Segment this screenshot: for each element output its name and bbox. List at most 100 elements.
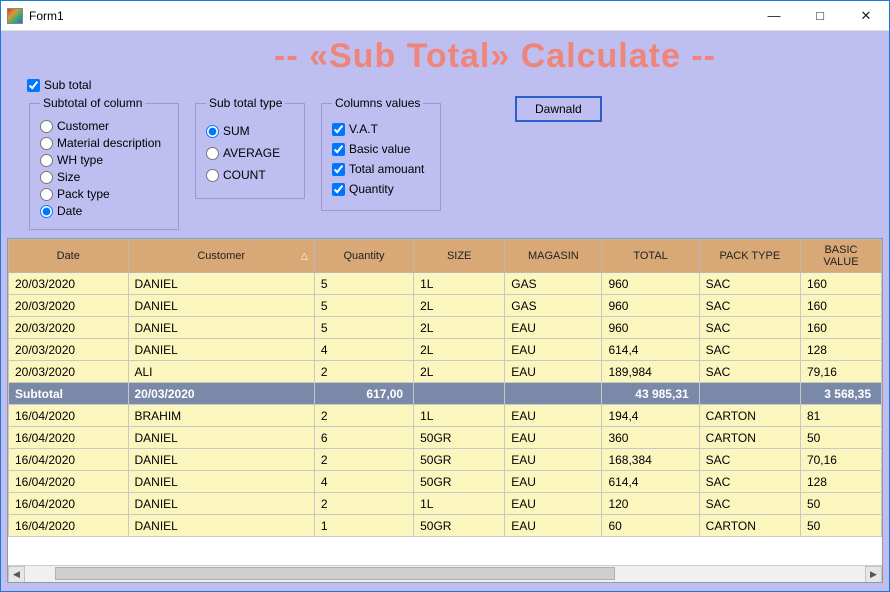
cell[interactable]: 168,384 — [602, 449, 699, 471]
cell[interactable]: 6 — [314, 427, 413, 449]
cell[interactable]: 79,16 — [800, 361, 881, 383]
column-option-5[interactable]: Date — [40, 204, 168, 218]
cell[interactable]: SAC — [699, 295, 800, 317]
cell[interactable]: SAC — [699, 361, 800, 383]
subtotal-row[interactable]: Subtotal20/03/2020617,0043 985,313 568,3… — [9, 383, 882, 405]
table-row[interactable]: 16/04/2020DANIEL150GREAU60CARTON50 — [9, 515, 882, 537]
table-row[interactable]: 16/04/2020BRAHIM21LEAU194,4CARTON81 — [9, 405, 882, 427]
table-row[interactable]: 20/03/2020DANIEL42LEAU614,4SAC128 — [9, 339, 882, 361]
column-option-radio-0[interactable] — [40, 120, 53, 133]
cell[interactable]: 128 — [800, 339, 881, 361]
cell[interactable]: 20/03/2020 — [9, 273, 129, 295]
cell[interactable]: DANIEL — [128, 493, 314, 515]
cell[interactable] — [505, 383, 602, 405]
cell[interactable]: 70,16 — [800, 449, 881, 471]
cell[interactable]: 614,4 — [602, 339, 699, 361]
type-option-2[interactable]: COUNT — [206, 168, 294, 182]
table-row[interactable]: 16/04/2020DANIEL250GREAU168,384SAC70,16 — [9, 449, 882, 471]
cell[interactable]: 160 — [800, 295, 881, 317]
cell[interactable]: EAU — [505, 405, 602, 427]
value-option-0[interactable]: V.A.T — [332, 122, 430, 136]
subtotal-checkbox[interactable]: Sub total — [27, 78, 883, 92]
value-option-check-3[interactable] — [332, 183, 345, 196]
cell[interactable]: 1L — [414, 493, 505, 515]
cell[interactable]: 960 — [602, 295, 699, 317]
cell[interactable]: DANIEL — [128, 427, 314, 449]
table-row[interactable]: 20/03/2020DANIEL52LGAS960SAC160 — [9, 295, 882, 317]
cell[interactable]: GAS — [505, 273, 602, 295]
cell[interactable]: SAC — [699, 339, 800, 361]
cell[interactable]: 3 568,35 — [800, 383, 881, 405]
column-header-6[interactable]: PACK TYPE — [699, 240, 800, 273]
cell[interactable]: 20/03/2020 — [9, 295, 129, 317]
cell[interactable]: Subtotal — [9, 383, 129, 405]
scroll-thumb[interactable] — [55, 567, 615, 580]
cell[interactable]: 2 — [314, 405, 413, 427]
cell[interactable]: EAU — [505, 361, 602, 383]
value-option-check-1[interactable] — [332, 143, 345, 156]
cell[interactable]: 20/03/2020 — [9, 339, 129, 361]
cell[interactable] — [414, 383, 505, 405]
cell[interactable]: 50 — [800, 427, 881, 449]
value-option-check-2[interactable] — [332, 163, 345, 176]
column-option-0[interactable]: Customer — [40, 119, 168, 133]
cell[interactable]: EAU — [505, 339, 602, 361]
cell[interactable]: DANIEL — [128, 449, 314, 471]
cell[interactable]: 16/04/2020 — [9, 471, 129, 493]
column-option-radio-5[interactable] — [40, 205, 53, 218]
table-row[interactable]: 16/04/2020DANIEL650GREAU360CARTON50 — [9, 427, 882, 449]
cell[interactable]: 189,984 — [602, 361, 699, 383]
cell[interactable]: 50GR — [414, 471, 505, 493]
value-option-check-0[interactable] — [332, 123, 345, 136]
cell[interactable]: 43 985,31 — [602, 383, 699, 405]
scroll-right-button[interactable]: ▶ — [865, 566, 882, 583]
data-grid[interactable]: DateCustomer△QuantitySIZEMAGASINTOTALPAC… — [7, 238, 883, 583]
cell[interactable]: 1L — [414, 405, 505, 427]
cell[interactable]: DANIEL — [128, 317, 314, 339]
cell[interactable]: 16/04/2020 — [9, 449, 129, 471]
cell[interactable]: 4 — [314, 471, 413, 493]
close-button[interactable]: ✕ — [843, 1, 889, 30]
column-option-2[interactable]: WH type — [40, 153, 168, 167]
cell[interactable]: 16/04/2020 — [9, 427, 129, 449]
scroll-track[interactable] — [25, 566, 865, 583]
cell[interactable]: 960 — [602, 317, 699, 339]
type-option-radio-1[interactable] — [206, 147, 219, 160]
cell[interactable]: 20/03/2020 — [9, 361, 129, 383]
cell[interactable]: 60 — [602, 515, 699, 537]
column-option-radio-3[interactable] — [40, 171, 53, 184]
cell[interactable]: DANIEL — [128, 515, 314, 537]
cell[interactable]: ALI — [128, 361, 314, 383]
column-header-3[interactable]: SIZE — [414, 240, 505, 273]
value-option-1[interactable]: Basic value — [332, 142, 430, 156]
cell[interactable]: CARTON — [699, 405, 800, 427]
cell[interactable]: 2 — [314, 449, 413, 471]
cell[interactable]: 5 — [314, 295, 413, 317]
cell[interactable]: GAS — [505, 295, 602, 317]
cell[interactable]: 5 — [314, 273, 413, 295]
cell[interactable]: 2 — [314, 361, 413, 383]
subtotal-checkbox-input[interactable] — [27, 79, 40, 92]
cell[interactable]: EAU — [505, 471, 602, 493]
cell[interactable]: 2L — [414, 339, 505, 361]
column-option-4[interactable]: Pack type — [40, 187, 168, 201]
cell[interactable]: EAU — [505, 427, 602, 449]
cell[interactable]: 160 — [800, 273, 881, 295]
cell[interactable]: 4 — [314, 339, 413, 361]
column-option-3[interactable]: Size — [40, 170, 168, 184]
cell[interactable]: EAU — [505, 515, 602, 537]
cell[interactable]: 2L — [414, 295, 505, 317]
download-button[interactable]: Dawnald — [515, 96, 602, 122]
minimize-button[interactable]: — — [751, 1, 797, 30]
column-header-4[interactable]: MAGASIN — [505, 240, 602, 273]
table-row[interactable]: 16/04/2020DANIEL450GREAU614,4SAC128 — [9, 471, 882, 493]
cell[interactable]: 960 — [602, 273, 699, 295]
cell[interactable]: SAC — [699, 493, 800, 515]
column-option-radio-2[interactable] — [40, 154, 53, 167]
cell[interactable]: SAC — [699, 471, 800, 493]
column-option-1[interactable]: Material description — [40, 136, 168, 150]
cell[interactable]: 120 — [602, 493, 699, 515]
cell[interactable]: 50 — [800, 515, 881, 537]
type-option-radio-0[interactable] — [206, 125, 219, 138]
column-header-5[interactable]: TOTAL — [602, 240, 699, 273]
